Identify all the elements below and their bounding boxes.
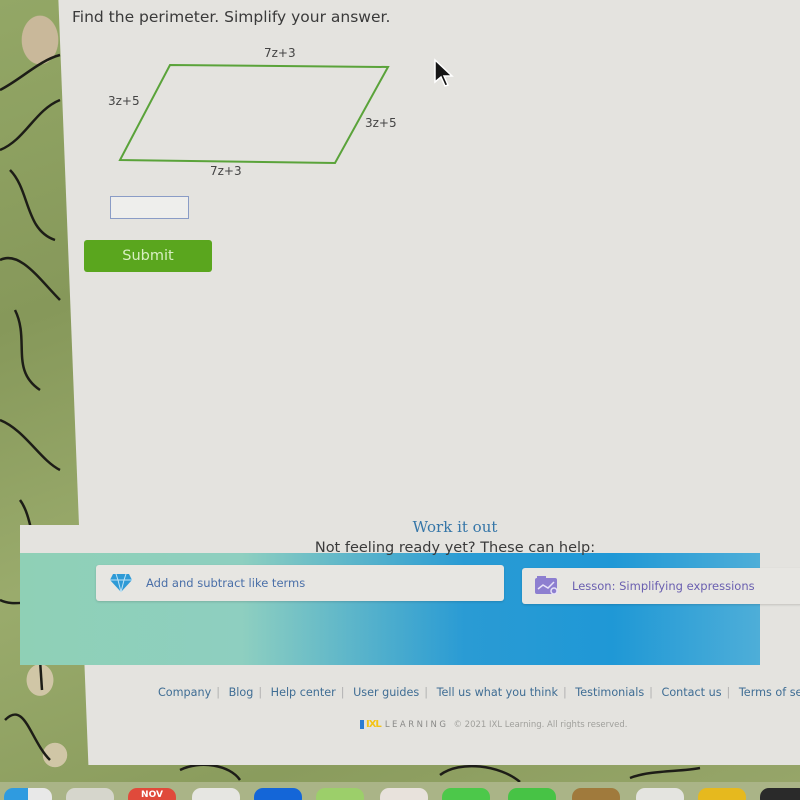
diamond-icon xyxy=(108,572,134,594)
footer-link-user-guides[interactable]: User guides xyxy=(353,686,419,699)
footer-link-feedback[interactable]: Tell us what you think xyxy=(437,686,558,699)
skill-card-label: Add and subtract like terms xyxy=(146,576,306,590)
footer-link-company[interactable]: Company xyxy=(158,686,211,699)
footer-link-help-center[interactable]: Help center xyxy=(271,686,336,699)
work-it-out-subtitle: Not feeling ready yet? These can help: xyxy=(314,540,596,556)
footer-link-blog[interactable]: Blog xyxy=(229,686,254,699)
skill-card[interactable]: Add and subtract like terms xyxy=(96,565,504,601)
dock-app-icon[interactable] xyxy=(572,788,620,800)
footer-links: Company | Blog | Help center | User guides |… xyxy=(158,686,800,699)
dock-facetime-icon[interactable] xyxy=(508,788,556,800)
footer-copyright: IXL LEARNING © 2021 IXL Learning. All ri… xyxy=(360,719,627,730)
parallelogram-shape xyxy=(118,63,390,165)
dock-app-icon[interactable] xyxy=(636,788,684,800)
dock-safari-icon[interactable] xyxy=(192,788,240,800)
dock-app-icon[interactable] xyxy=(760,788,800,800)
dock-launchpad-icon[interactable] xyxy=(66,788,114,800)
label-top: 7z+3 xyxy=(264,46,296,60)
dock-maps-icon[interactable] xyxy=(316,788,364,800)
footer-link-terms[interactable]: Terms of service xyxy=(739,686,800,699)
lesson-card[interactable]: Lesson: Simplifying expressions xyxy=(522,568,800,604)
brand-word: LEARNING xyxy=(384,719,449,730)
dock-messages-icon[interactable] xyxy=(442,788,490,800)
lesson-card-label: Lesson: Simplifying expressions xyxy=(572,579,755,593)
dock-appstore-icon[interactable] xyxy=(254,788,302,800)
dock-calendar-icon[interactable]: NOV xyxy=(128,788,176,800)
work-it-out-title: Work it out xyxy=(412,518,498,536)
mouse-cursor-icon xyxy=(434,58,454,87)
dock-finder-icon[interactable] xyxy=(4,788,52,800)
label-left: 3z+5 xyxy=(108,94,140,108)
label-right: 3z+5 xyxy=(365,116,397,130)
footer-link-contact[interactable]: Contact us xyxy=(662,686,722,699)
lesson-icon xyxy=(534,575,560,597)
submit-button[interactable]: Submit xyxy=(84,240,212,272)
footer-link-testimonials[interactable]: Testimonials xyxy=(575,686,644,699)
dock-notes-icon[interactable] xyxy=(698,788,746,800)
answer-input[interactable] xyxy=(110,196,189,219)
ixl-logo: IXL xyxy=(360,719,382,730)
dock-photos-icon[interactable] xyxy=(380,788,428,800)
copyright-text: © 2021 IXL Learning. All rights reserved… xyxy=(453,719,628,730)
label-bottom: 7z+3 xyxy=(210,164,242,178)
